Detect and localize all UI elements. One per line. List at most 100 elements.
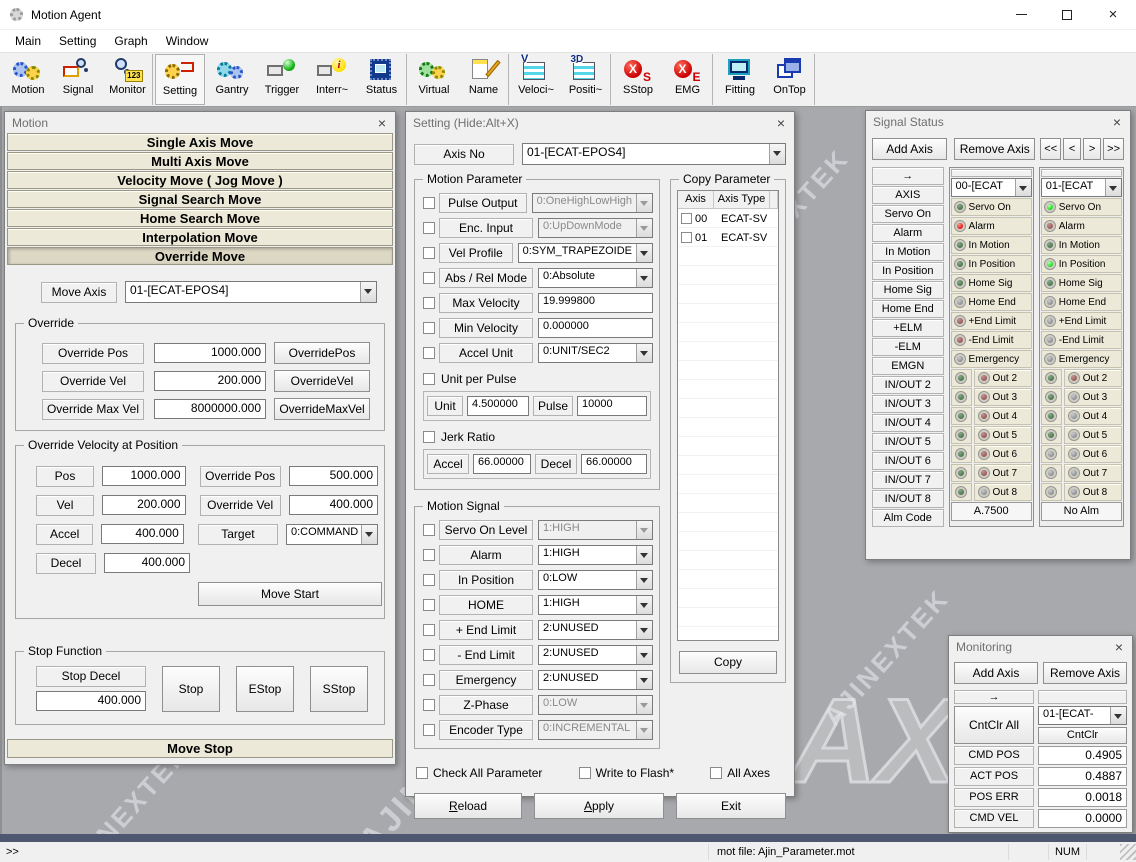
axis-nav-button[interactable]: << xyxy=(1040,138,1061,160)
motion-menu-button[interactable]: Signal Search Move xyxy=(7,190,393,208)
toolbar-button[interactable]: Status xyxy=(357,54,407,105)
toolbar-button[interactable]: Trigger xyxy=(257,54,307,105)
parameter-checkbox[interactable] xyxy=(423,222,435,234)
toolbar-button[interactable]: Motion xyxy=(3,54,53,105)
move-start-button[interactable]: Move Start xyxy=(198,582,382,606)
toolbar-button[interactable]: Name xyxy=(459,54,509,105)
parameter-value-combo[interactable]: 0:UNIT/SEC2 xyxy=(538,343,653,363)
unit-input[interactable]: 4.500000 xyxy=(467,396,529,416)
parameter-value-combo[interactable]: 0:UpDownMode xyxy=(538,218,653,238)
motion-menu-button[interactable]: Velocity Move ( Jog Move ) xyxy=(7,171,393,189)
jerk-ratio-checkbox[interactable] xyxy=(423,431,435,443)
stop-decel-input[interactable]: 400.000 xyxy=(36,691,146,711)
pulse-input[interactable]: 10000 xyxy=(577,396,647,416)
copy-header-axis-type[interactable]: Axis Type xyxy=(714,191,770,209)
output-toggle-button[interactable]: Out 8 xyxy=(974,483,1032,501)
parameter-checkbox[interactable] xyxy=(423,624,435,636)
motion-menu-button[interactable]: Home Search Move xyxy=(7,209,393,227)
output-toggle-button[interactable]: Out 5 xyxy=(974,426,1032,444)
output-toggle-button[interactable]: Out 7 xyxy=(1064,464,1122,482)
close-icon[interactable]: × xyxy=(775,116,787,130)
axis-nav-button[interactable]: >> xyxy=(1103,138,1124,160)
parameter-checkbox[interactable] xyxy=(423,724,435,736)
parameter-checkbox[interactable] xyxy=(423,197,435,209)
menu-item[interactable]: Window xyxy=(157,32,218,50)
output-toggle-button[interactable]: Out 4 xyxy=(1064,407,1122,425)
parameter-checkbox[interactable] xyxy=(423,272,435,284)
move-axis-combo[interactable]: 01-[ECAT-EPOS4] xyxy=(125,281,377,303)
parameter-checkbox[interactable] xyxy=(423,247,435,259)
output-toggle-button[interactable]: Out 3 xyxy=(1064,388,1122,406)
output-toggle-button[interactable]: Out 7 xyxy=(974,464,1032,482)
parameter-value-combo[interactable]: 19.999800 xyxy=(538,293,653,313)
parameter-value-combo[interactable]: 0.000000 xyxy=(538,318,653,338)
cntclr-button[interactable]: CntClr xyxy=(1038,727,1127,744)
parameter-checkbox[interactable] xyxy=(423,347,435,359)
add-axis-button[interactable]: Add Axis xyxy=(954,662,1038,684)
setting-panel-titlebar[interactable]: Setting (Hide:Alt+X) × xyxy=(406,112,794,133)
parameter-checkbox[interactable] xyxy=(423,297,435,309)
jerk-decel-input[interactable]: 66.00000 xyxy=(581,454,647,474)
copy-parameter-row[interactable]: 00 ECAT-SV xyxy=(678,209,778,228)
parameter-checkbox[interactable] xyxy=(423,549,435,561)
move-stop-button[interactable]: Move Stop xyxy=(7,739,393,758)
dialog-button[interactable]: Exit xyxy=(676,793,786,819)
output-toggle-button[interactable]: Out 5 xyxy=(1064,426,1122,444)
close-icon[interactable]: × xyxy=(376,116,388,130)
axis-nav-button[interactable]: < xyxy=(1063,138,1081,160)
vel-input[interactable]: 200.000 xyxy=(102,495,185,515)
axis-select-combo[interactable]: 01-[ECAT- xyxy=(1038,706,1127,725)
arrow-button[interactable]: → xyxy=(954,690,1034,704)
axis-select-combo[interactable]: 01-[ECAT xyxy=(1041,178,1122,197)
minimize-button[interactable] xyxy=(998,0,1044,29)
ovp-override-pos-input[interactable]: 500.000 xyxy=(289,466,378,486)
unit-per-pulse-checkbox[interactable] xyxy=(423,373,435,385)
monitoring-titlebar[interactable]: Monitoring × xyxy=(949,636,1132,657)
footer-checkbox[interactable]: Write to Flash* xyxy=(579,766,674,780)
decel-input[interactable]: 400.000 xyxy=(104,553,190,573)
parameter-value-combo[interactable]: 1:HIGH xyxy=(538,545,653,565)
resize-grip[interactable] xyxy=(1120,844,1136,860)
copy-button[interactable]: Copy xyxy=(679,651,777,674)
override-value-input[interactable]: 200.000 xyxy=(154,371,266,391)
motion-menu-button[interactable]: Interpolation Move xyxy=(7,228,393,246)
toolbar-button[interactable]: Veloci~ xyxy=(511,54,561,105)
copy-parameter-row[interactable]: 01 ECAT-SV xyxy=(678,228,778,247)
toolbar-button[interactable]: SStop xyxy=(613,54,663,105)
remove-axis-button[interactable]: Remove Axis xyxy=(1043,662,1127,684)
output-toggle-button[interactable]: Out 3 xyxy=(974,388,1032,406)
stop-button[interactable]: EStop xyxy=(236,666,294,712)
parameter-value-combo[interactable]: 2:UNUSED xyxy=(538,620,653,640)
parameter-checkbox[interactable] xyxy=(423,649,435,661)
toolbar-button[interactable]: Positi~ xyxy=(561,54,611,105)
parameter-value-combo[interactable]: 1:HIGH xyxy=(538,520,653,540)
copy-axis-checkbox[interactable] xyxy=(681,232,692,243)
signal-status-titlebar[interactable]: Signal Status × xyxy=(866,111,1130,132)
copy-axis-checkbox[interactable] xyxy=(681,213,692,224)
accel-input[interactable]: 400.000 xyxy=(101,524,183,544)
parameter-value-combo[interactable]: 0:SYM_TRAPEZOIDE xyxy=(518,243,653,263)
parameter-checkbox[interactable] xyxy=(423,574,435,586)
cntclr-all-button[interactable]: CntClr All xyxy=(954,706,1034,744)
menu-item[interactable]: Main xyxy=(6,32,50,50)
footer-checkbox[interactable]: All Axes xyxy=(710,766,770,780)
toolbar-button[interactable]: Setting xyxy=(155,54,205,105)
close-icon[interactable]: × xyxy=(1111,115,1123,129)
menu-item[interactable]: Setting xyxy=(50,32,105,50)
parameter-value-combo[interactable]: 0:INCREMENTAL xyxy=(538,720,653,740)
stop-button[interactable]: SStop xyxy=(310,666,368,712)
parameter-value-combo[interactable]: 0:Absolute xyxy=(538,268,653,288)
override-action-button[interactable]: OverrideVel xyxy=(274,370,370,392)
override-value-input[interactable]: 8000000.000 xyxy=(154,399,266,419)
override-action-button[interactable]: OverridePos xyxy=(274,342,370,364)
parameter-checkbox[interactable] xyxy=(423,599,435,611)
parameter-checkbox[interactable] xyxy=(423,699,435,711)
toolbar-button[interactable]: EMG xyxy=(663,54,713,105)
axis-no-combo[interactable]: 01-[ECAT-EPOS4] xyxy=(522,143,786,165)
footer-checkbox[interactable]: Check All Parameter xyxy=(416,766,542,780)
dialog-button[interactable]: Reload xyxy=(414,793,522,819)
output-toggle-button[interactable]: Out 4 xyxy=(974,407,1032,425)
parameter-checkbox[interactable] xyxy=(423,524,435,536)
motion-menu-button[interactable]: Multi Axis Move xyxy=(7,152,393,170)
axis-nav-button[interactable]: > xyxy=(1083,138,1101,160)
